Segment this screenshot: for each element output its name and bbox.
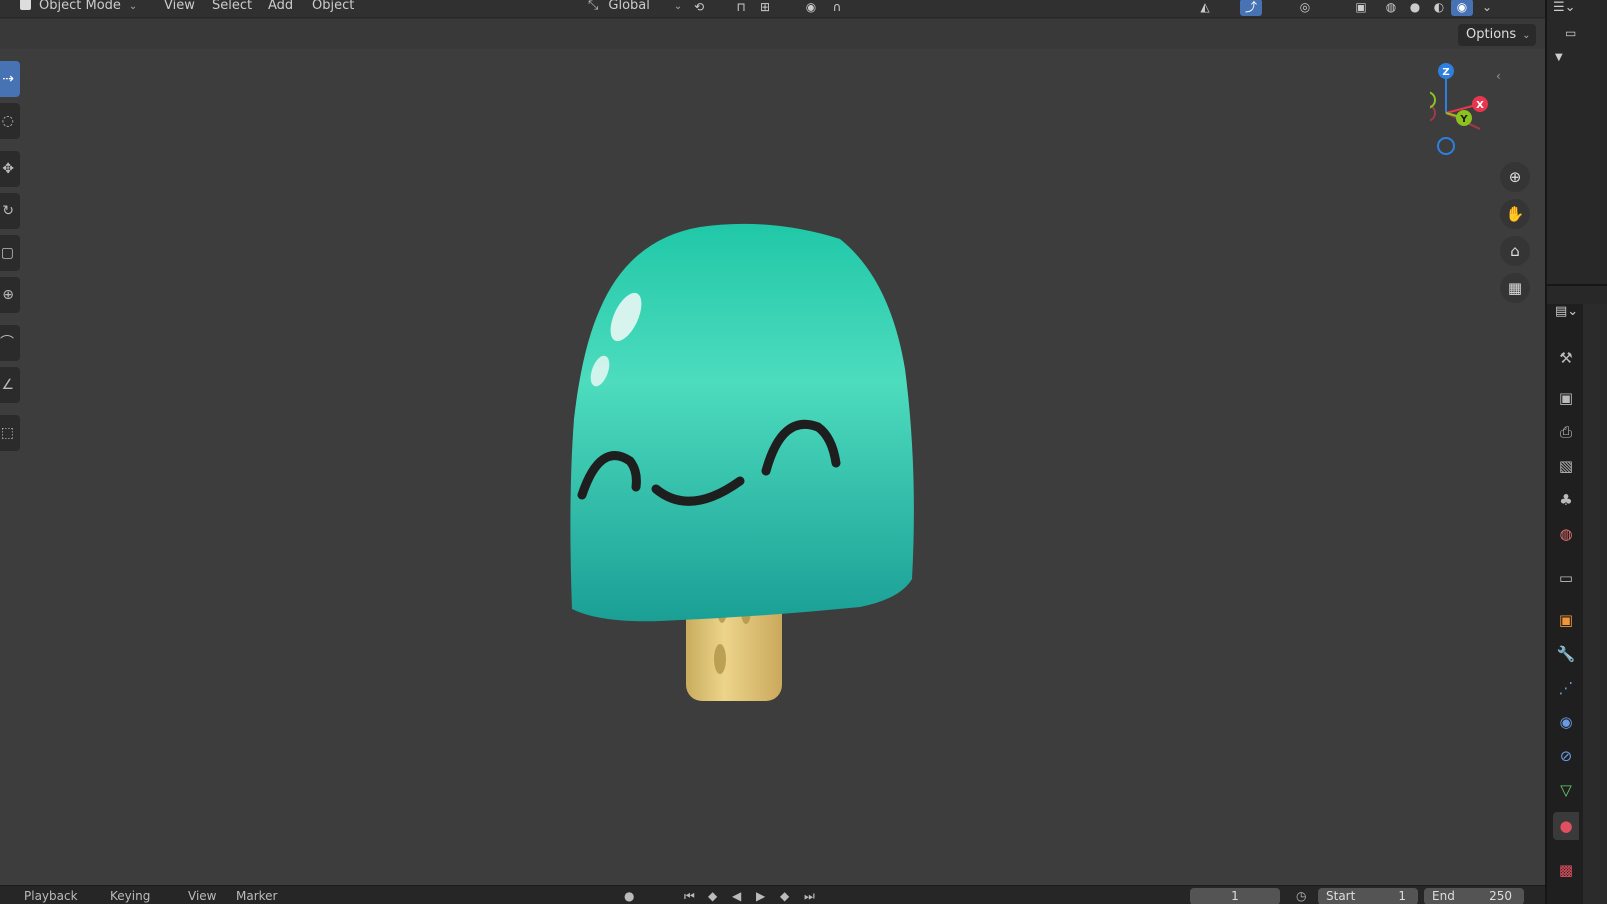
shading-options-chevron-icon[interactable]: ⌄ <box>1476 0 1498 16</box>
camera-view-icon[interactable]: ⌂ <box>1500 236 1530 266</box>
clock-icon[interactable]: ◷ <box>1296 889 1306 903</box>
collection-icon: ▭ <box>1565 26 1577 40</box>
end-frame-field[interactable]: End 250 <box>1424 888 1524 904</box>
gizmo-y-label: Y <box>1459 114 1468 125</box>
end-label: End <box>1432 889 1455 903</box>
gizmo-z-label: Z <box>1442 67 1449 78</box>
chevron-down-icon: ⌄ <box>1522 30 1531 41</box>
chevron-down-icon: ⌄ <box>128 1 138 12</box>
tool-settings-strip <box>0 19 1545 49</box>
zoom-icon[interactable]: ⊕ <box>1500 162 1530 192</box>
mode-label: Object Mode <box>39 0 121 13</box>
xray-icon[interactable]: ▣ <box>1350 0 1372 16</box>
viewport-header: Object Mode ⌄ View Select Add Object ⤡ Glo… <box>0 0 1545 18</box>
particles-tab-icon[interactable]: ⋰ <box>1553 674 1579 702</box>
measure-tool-icon[interactable]: ∠ <box>0 367 20 403</box>
data-tab-icon[interactable]: ▽ <box>1553 776 1579 804</box>
cursor-tool-icon[interactable]: ◌ <box>0 103 20 139</box>
orientation-label: Global <box>608 0 650 13</box>
blender-window: Object Mode ⌄ View Select Add Object ⤡ Glo… <box>0 0 1607 904</box>
pivot-point-icon[interactable]: ⟲ <box>688 0 710 16</box>
view-object-types-icon[interactable]: ◭ <box>1194 0 1216 16</box>
next-keyframe-icon[interactable]: ◆ <box>780 889 789 903</box>
add-cube-tool-icon[interactable]: ⬚ <box>0 415 20 451</box>
current-frame-field[interactable]: 1 <box>1190 888 1280 904</box>
object-mode-icon <box>20 0 31 10</box>
texture-tab-icon[interactable]: ▩ <box>1553 856 1579 884</box>
menu-add[interactable]: Add <box>268 0 293 16</box>
timeline-header: Playback Keying View Marker ● ⏮ ◆ ◀ ▶ ◆ … <box>0 885 1545 904</box>
mode-selector[interactable]: Object Mode ⌄ <box>20 0 137 16</box>
menu-view[interactable]: View <box>164 0 195 16</box>
chevron-down-icon: ⌄ <box>673 1 683 12</box>
gizmo-x-label: X <box>1476 100 1484 111</box>
play-icon[interactable]: ▶ <box>756 889 765 903</box>
menu-playback[interactable]: Playback <box>24 889 78 903</box>
select-tool-icon[interactable]: ⇢ <box>0 61 20 97</box>
menu-object[interactable]: Object <box>312 0 354 16</box>
snap-target-icon[interactable]: ⊞ <box>754 0 776 16</box>
object-tab-icon[interactable]: ▣ <box>1553 606 1579 634</box>
menu-marker[interactable]: Marker <box>236 889 277 903</box>
pan-hand-icon[interactable]: ✋ <box>1500 199 1530 229</box>
navigation-gizmo[interactable]: Z X Y <box>1430 59 1530 179</box>
end-value: 250 <box>1489 889 1512 903</box>
3d-viewport[interactable]: Options ⌄ ‹ ⇢ ◌ ✥ ↻ ▢ ⊕ ⌒ ∠ ⬚ Z X Y ⊕ ✋ … <box>0 19 1545 885</box>
start-value: 1 <box>1398 889 1406 903</box>
render-tab-icon[interactable]: ▣ <box>1553 384 1579 412</box>
overlays-icon[interactable]: ◎ <box>1294 0 1316 16</box>
rotate-tool-icon[interactable]: ↻ <box>0 193 20 229</box>
physics-tab-icon[interactable]: ◉ <box>1553 708 1579 736</box>
tool-tab-icon[interactable]: ⚒ <box>1553 344 1579 372</box>
wireframe-shading-icon[interactable]: ◍ <box>1380 0 1402 16</box>
snap-icon[interactable]: ⊓ <box>730 0 752 16</box>
material-tab-icon[interactable]: ● <box>1553 812 1579 840</box>
gizmo-neg-z-handle[interactable] <box>1437 137 1455 155</box>
annotate-tool-icon[interactable]: ⌒ <box>0 325 20 361</box>
jump-start-icon[interactable]: ⏮ <box>684 889 695 904</box>
transform-orientation-selector[interactable]: ⤡ Global ⌄ <box>588 0 682 16</box>
scale-tool-icon[interactable]: ▢ <box>0 235 20 271</box>
falloff-icon[interactable]: ∩ <box>826 0 848 16</box>
menu-keying[interactable]: Keying <box>110 889 150 903</box>
outliner-divider <box>1547 284 1607 286</box>
world-tab-icon[interactable]: ◍ <box>1553 520 1579 548</box>
outliner-panel[interactable]: ☰⌄ ▭ ▼ <box>1547 0 1607 304</box>
menu-timeline-view[interactable]: View <box>188 889 216 903</box>
proportional-editing-icon[interactable]: ◉ <box>800 0 822 16</box>
jump-end-icon[interactable]: ⏭ <box>804 889 815 904</box>
rendered-shading-icon[interactable]: ◉ <box>1451 0 1473 16</box>
record-icon[interactable]: ● <box>624 889 634 903</box>
output-tab-icon[interactable]: ⎙ <box>1553 418 1579 446</box>
prev-keyframe-icon[interactable]: ◆ <box>708 889 717 903</box>
gizmo-toggle-icon[interactable]: ⤴ <box>1240 0 1262 16</box>
stick-mark <box>714 644 726 674</box>
constraints-tab-icon[interactable]: ⊘ <box>1553 742 1579 770</box>
expand-arrow-icon[interactable]: ▼ <box>1555 52 1563 63</box>
properties-tabs: ▤⌄ ⚒ ▣ ⎙ ▧ ♣ ◍ ▭ ▣ 🔧 ⋰ ◉ ⊘ ▽ ● ▩ <box>1547 304 1583 904</box>
start-label: Start <box>1326 889 1356 903</box>
view-layer-tab-icon[interactable]: ▧ <box>1553 452 1579 480</box>
start-frame-field[interactable]: Start 1 <box>1318 888 1418 904</box>
solid-shading-icon[interactable]: ● <box>1404 0 1426 16</box>
play-reverse-icon[interactable]: ◀ <box>732 889 741 903</box>
scene-tab-icon[interactable]: ♣ <box>1553 486 1579 514</box>
menu-select[interactable]: Select <box>212 0 252 16</box>
perspective-grid-icon[interactable]: ▦ <box>1500 273 1530 303</box>
modifier-tab-icon[interactable]: 🔧 <box>1553 640 1579 668</box>
outliner-editor-type-icon[interactable]: ☰⌄ <box>1553 0 1576 15</box>
properties-content[interactable] <box>1583 304 1607 904</box>
options-label: Options <box>1466 27 1517 42</box>
collection-tab-icon[interactable]: ▭ <box>1553 564 1579 592</box>
options-dropdown[interactable]: Options ⌄ <box>1458 24 1536 46</box>
transform-tool-icon[interactable]: ⊕ <box>0 277 20 313</box>
orientation-icon: ⤡ <box>588 0 599 13</box>
move-tool-icon[interactable]: ✥ <box>0 151 20 187</box>
popsicle-3d-model <box>570 223 914 701</box>
popsicle-ice <box>570 223 914 622</box>
properties-editor-type-icon[interactable]: ▤⌄ <box>1555 304 1578 319</box>
right-editors: ☰⌄ ▭ ▼ ▤⌄ ⚒ ▣ ⎙ ▧ ♣ ◍ ▭ ▣ 🔧 ⋰ ◉ ⊘ ▽ ● ▩ <box>1545 0 1607 904</box>
material-preview-icon[interactable]: ◐ <box>1428 0 1450 16</box>
